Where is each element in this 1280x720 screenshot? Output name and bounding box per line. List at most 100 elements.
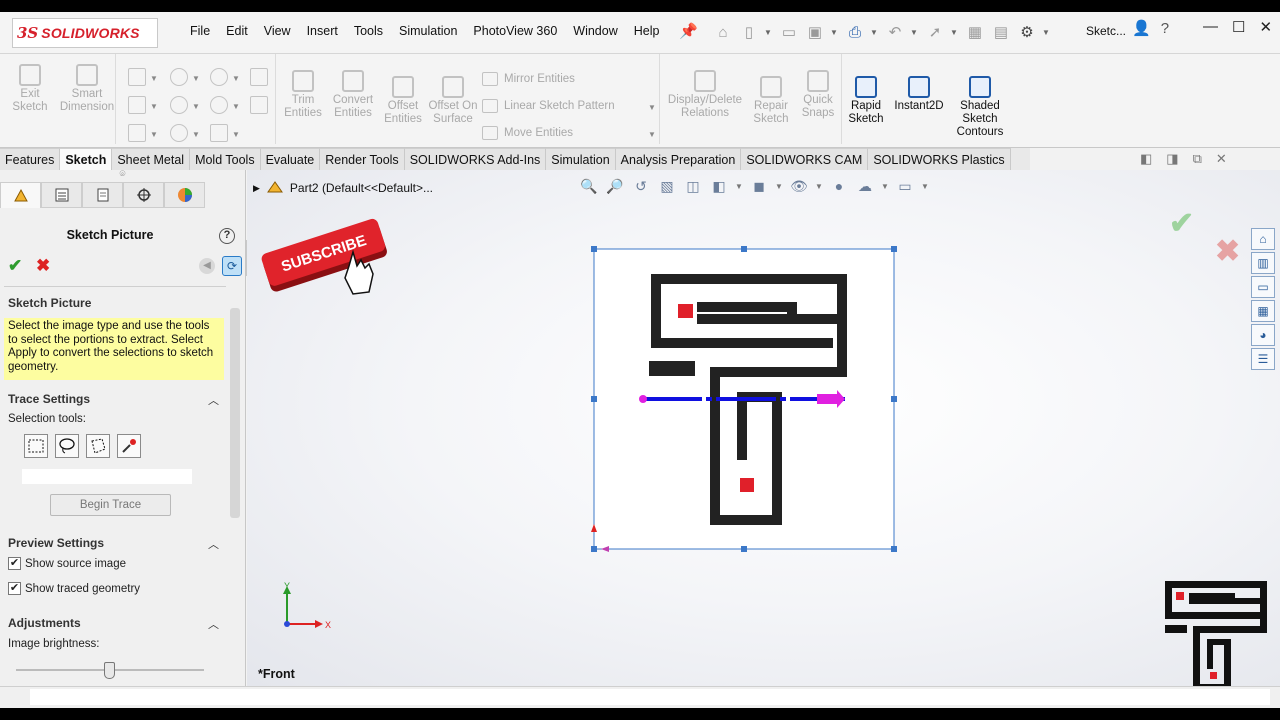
open-folder-icon[interactable]: ▭ xyxy=(778,20,800,44)
offset-entities-button[interactable]: Offset Entities xyxy=(380,76,426,126)
tab-cam[interactable]: SOLIDWORKS CAM xyxy=(741,148,869,170)
fillet-icon[interactable] xyxy=(210,96,228,114)
menu-insert[interactable]: Insert xyxy=(299,24,346,38)
offset-on-surface-button[interactable]: Offset On Surface xyxy=(428,76,478,126)
line-icon[interactable] xyxy=(128,68,146,86)
print-icon[interactable]: ⎙ xyxy=(844,20,866,44)
chevron-down-icon[interactable]: ▼ xyxy=(881,182,889,191)
hide-show-items-icon[interactable]: 👁 xyxy=(789,176,809,196)
color-picker-tool[interactable] xyxy=(117,434,141,458)
convert-entities-button[interactable]: Convert Entities xyxy=(328,70,378,120)
chevron-down-icon[interactable]: ▼ xyxy=(775,182,783,191)
gear-icon[interactable]: ⚙ xyxy=(1016,20,1038,44)
chevron-down-icon[interactable]: ▼ xyxy=(764,28,774,37)
menu-tools[interactable]: Tools xyxy=(346,24,391,38)
chevron-down-icon[interactable]: ▼ xyxy=(1042,28,1052,37)
menu-simulation[interactable]: Simulation xyxy=(391,24,465,38)
circle-icon[interactable] xyxy=(170,68,188,86)
maximize-icon[interactable]: ☐ xyxy=(1232,18,1245,36)
tab-features[interactable]: Features xyxy=(0,148,61,170)
tab-sketch[interactable]: Sketch xyxy=(60,148,113,170)
text-icon[interactable] xyxy=(250,96,268,114)
smart-dimension-button[interactable]: Smart Dimension xyxy=(56,64,118,114)
menu-window[interactable]: Window xyxy=(565,24,625,38)
chevron-down-icon[interactable]: ▼ xyxy=(232,74,240,83)
chevron-down-icon[interactable]: ▼ xyxy=(921,182,929,191)
chevron-down-icon[interactable]: ▼ xyxy=(150,102,158,111)
pin-menu-icon[interactable]: 📌 xyxy=(679,22,698,40)
chevron-down-icon[interactable]: ▼ xyxy=(232,102,240,111)
tab-sheet-metal[interactable]: Sheet Metal xyxy=(112,148,191,170)
chevron-down-icon[interactable]: ▼ xyxy=(815,182,823,191)
plane-icon[interactable] xyxy=(210,124,228,142)
chevron-down-icon[interactable]: ▼ xyxy=(735,182,743,191)
file-properties-icon[interactable]: ▤ xyxy=(990,20,1012,44)
dynamic-annotation-icon[interactable]: ◫ xyxy=(683,176,703,196)
chevron-down-icon[interactable]: ▼ xyxy=(910,28,920,37)
scrollbar-thumb[interactable] xyxy=(230,308,240,518)
property-manager-tab-icon[interactable] xyxy=(41,182,82,208)
chevron-down-icon[interactable]: ▼ xyxy=(192,74,200,83)
previous-view-icon[interactable]: ↺ xyxy=(631,176,651,196)
edit-appearance-icon[interactable]: ● xyxy=(829,176,849,196)
help-icon[interactable]: ? xyxy=(1161,20,1169,37)
section-trace-settings[interactable]: Trace Settings xyxy=(8,392,90,406)
rebuild-icon[interactable]: ▦ xyxy=(964,20,986,44)
tab-simulation[interactable]: Simulation xyxy=(546,148,616,170)
solidworks-resources-icon[interactable]: ⌂ xyxy=(1251,228,1275,250)
chevron-down-icon[interactable]: ▼ xyxy=(150,74,158,83)
zoom-to-fit-icon[interactable]: 🔍 xyxy=(579,176,599,196)
cancel-x-icon[interactable]: ✖ xyxy=(36,256,50,276)
show-traced-geometry-checkbox[interactable]: ✔ xyxy=(8,582,21,595)
tab-mold-tools[interactable]: Mold Tools xyxy=(190,148,261,170)
collapse-caret-icon[interactable]: ︿ xyxy=(208,536,219,552)
tab-analysis-preparation[interactable]: Analysis Preparation xyxy=(615,148,742,170)
tab-evaluate[interactable]: Evaluate xyxy=(260,148,321,170)
collapse-caret-icon[interactable]: ︿ xyxy=(208,616,219,632)
ok-check-icon[interactable]: ✔ xyxy=(8,256,22,276)
keep-visible-icon[interactable]: ⟳ xyxy=(222,256,242,276)
custom-properties-icon[interactable]: ☰ xyxy=(1251,348,1275,370)
solidworks-logo[interactable]: 3S SOLIDWORKS xyxy=(12,18,158,48)
graphics-area[interactable]: ▶ Part2 (Default<<Default>... 🔍 🔎 ↺ ▧ ◫ … xyxy=(247,170,1280,686)
rectangle-icon[interactable] xyxy=(128,96,146,114)
chevron-down-icon[interactable]: ▼ xyxy=(648,103,656,112)
shaded-sketch-contours-button[interactable]: Shaded Sketch Contours xyxy=(950,76,1010,139)
menu-file[interactable]: File xyxy=(182,24,218,38)
close-icon[interactable]: ✕ xyxy=(1259,18,1272,36)
display-manager-tab-icon[interactable] xyxy=(164,182,205,208)
slot-icon[interactable] xyxy=(128,124,146,142)
section-sketch-picture[interactable]: Sketch Picture xyxy=(8,296,91,310)
view-palette-icon[interactable]: ▦ xyxy=(1251,300,1275,322)
exit-sketch-button[interactable]: Exit Sketch xyxy=(6,64,54,114)
rapid-sketch-button[interactable]: Rapid Sketch xyxy=(844,76,888,126)
view-settings-icon[interactable]: ▭ xyxy=(895,176,915,196)
mirror-entities-button[interactable]: Mirror Entities xyxy=(482,72,575,86)
home-icon[interactable]: ⌂ xyxy=(712,20,734,44)
tab-addins[interactable]: SOLIDWORKS Add-Ins xyxy=(404,148,547,170)
chevron-down-icon[interactable]: ▼ xyxy=(192,102,200,111)
spline-icon[interactable] xyxy=(210,68,228,86)
confirm-cancel-icon[interactable]: ✖ xyxy=(1215,234,1240,269)
chevron-down-icon[interactable]: ▼ xyxy=(950,28,960,37)
file-explorer-icon[interactable]: ▭ xyxy=(1251,276,1275,298)
selection-color-field[interactable] xyxy=(22,469,192,484)
tile-icon[interactable]: ⧉ xyxy=(1193,151,1202,167)
restore-left-icon[interactable]: ◧ xyxy=(1140,151,1152,167)
chevron-down-icon[interactable]: ▼ xyxy=(870,28,880,37)
tab-render-tools[interactable]: Render Tools xyxy=(320,148,405,170)
linear-sketch-pattern-button[interactable]: Linear Sketch Pattern xyxy=(482,99,615,113)
view-orientation-icon[interactable]: ◧ xyxy=(709,176,729,196)
collapse-caret-icon[interactable]: ︿ xyxy=(208,392,219,408)
menu-photoview[interactable]: PhotoView 360 xyxy=(465,24,565,38)
point-icon[interactable] xyxy=(250,68,268,86)
menu-edit[interactable]: Edit xyxy=(218,24,256,38)
rectangle-select-tool[interactable] xyxy=(24,434,48,458)
flyout-tree[interactable]: ▶ Part2 (Default<<Default>... xyxy=(253,180,433,196)
property-manager-scrollbar[interactable] xyxy=(228,300,242,686)
new-document-icon[interactable]: ▯ xyxy=(738,20,760,44)
polygon-select-tool[interactable] xyxy=(86,434,110,458)
confirm-ok-icon[interactable]: ✔ xyxy=(1169,206,1194,241)
minimize-icon[interactable]: — xyxy=(1203,18,1218,36)
chevron-down-icon[interactable]: ▼ xyxy=(232,130,240,139)
